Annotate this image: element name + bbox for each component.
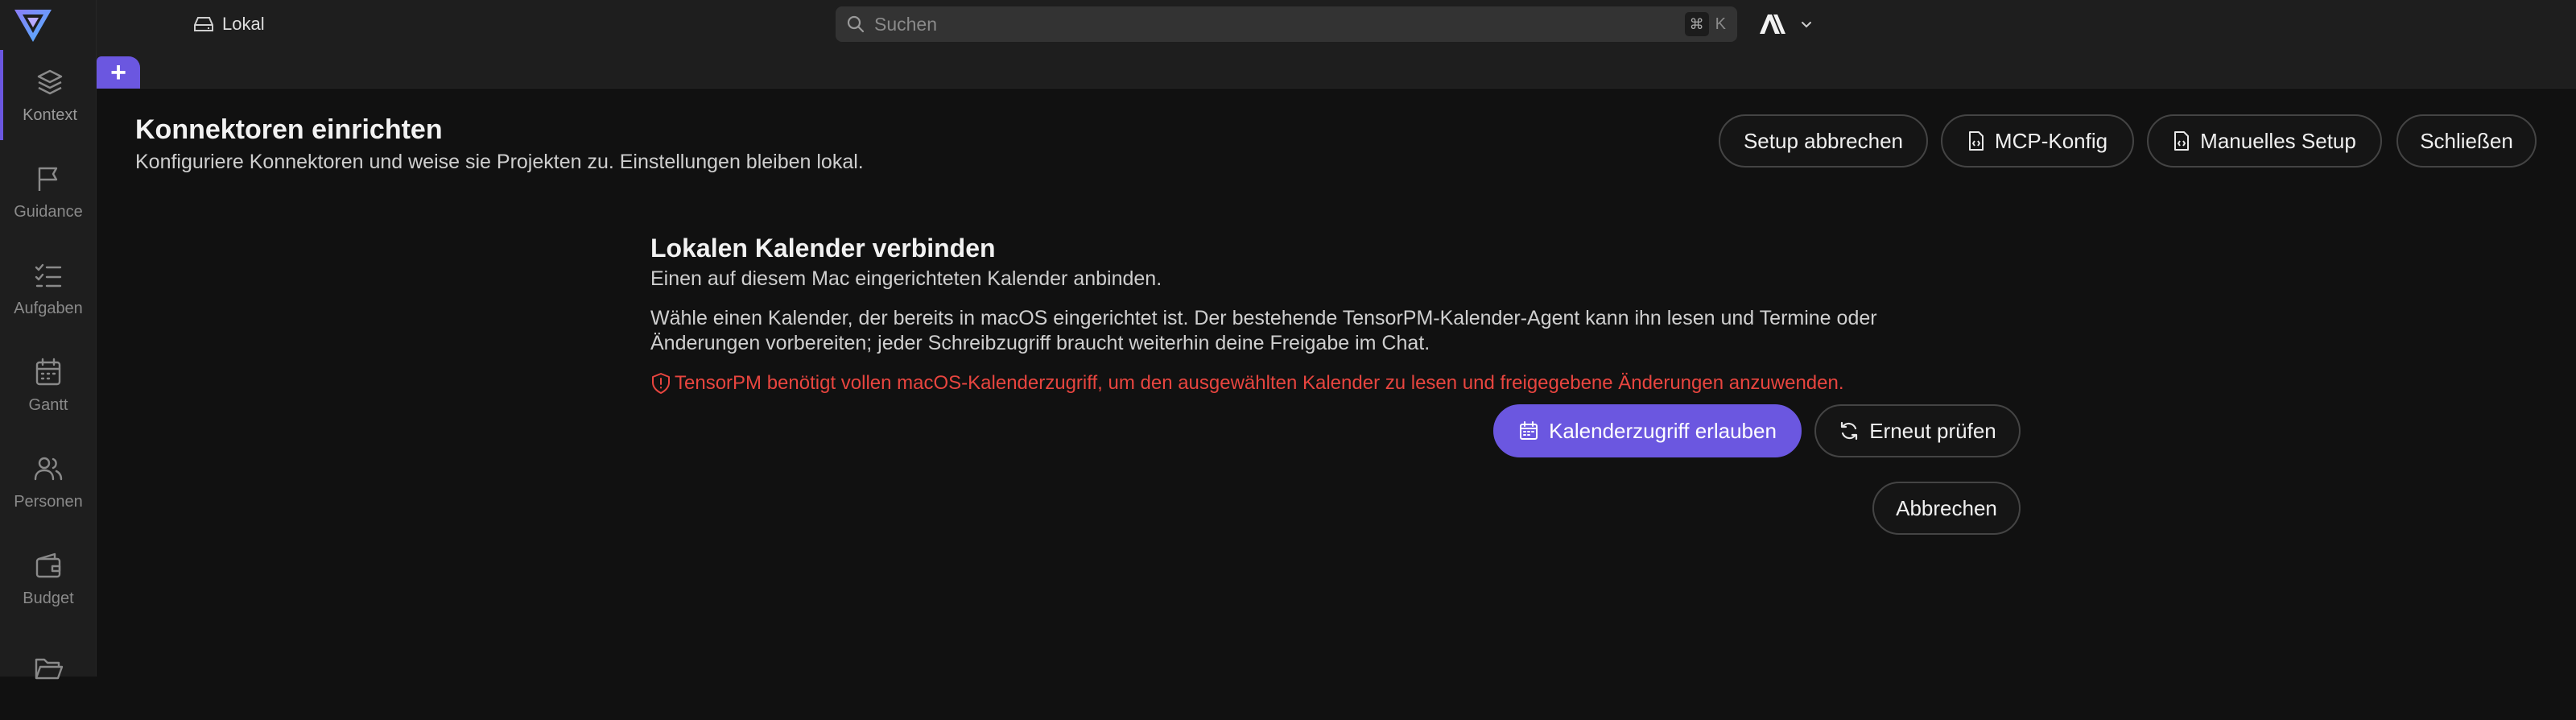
button-label: Kalenderzugriff erlauben xyxy=(1549,418,1777,443)
chevron-down-icon xyxy=(1802,22,1811,28)
description-line: Änderungen vorbereiten; jeder Schreibzug… xyxy=(650,332,1430,354)
button-label: Schließen xyxy=(2420,128,2513,153)
sidebar-item-aufgaben[interactable]: Aufgaben xyxy=(0,243,97,333)
sidebar-item-label: Personen xyxy=(14,492,83,511)
cancel-setup-button[interactable]: Setup abbrechen xyxy=(1719,114,1928,168)
search-input[interactable]: Suchen ⌘ K xyxy=(836,6,1737,42)
sidebar-item-label: Budget xyxy=(23,589,74,607)
section-title: Lokalen Kalender verbinden xyxy=(650,234,996,263)
workspace-label: Lokal xyxy=(222,14,265,34)
layers-icon xyxy=(37,69,63,94)
close-button[interactable]: Schließen xyxy=(2396,114,2537,168)
sidebar-item-gantt[interactable]: Gantt xyxy=(0,340,97,430)
wallet-icon xyxy=(35,552,61,577)
page-title: Konnektoren einrichten xyxy=(135,114,443,145)
shortcut-key: K xyxy=(1715,14,1726,33)
description-line: Wähle einen Kalender, der bereits in mac… xyxy=(650,307,1877,329)
sidebar-item-folder[interactable] xyxy=(0,630,97,720)
checklist-icon xyxy=(35,263,62,287)
sidebar-item-personen[interactable]: Personen xyxy=(0,437,97,527)
refresh-icon xyxy=(1841,421,1858,441)
permission-warning: TensorPM benötigt vollen macOS-Kalenderz… xyxy=(650,372,1844,395)
section-subtitle: Einen auf diesem Mac eingerichteten Kale… xyxy=(650,267,1162,290)
button-label: Manuelles Setup xyxy=(2200,128,2356,153)
add-tab-button[interactable]: + xyxy=(97,56,140,89)
account-logo-icon xyxy=(1760,14,1785,34)
sidebar: Kontext Guidance Aufgaben Gantt Personen… xyxy=(0,0,97,680)
file-code-icon xyxy=(1968,131,1984,151)
account-menu[interactable] xyxy=(1758,10,1813,39)
people-icon xyxy=(34,457,63,480)
button-label: Erneut prüfen xyxy=(1869,418,1996,443)
section-description: Wähle einen Kalender, der bereits in mac… xyxy=(650,306,2019,356)
sidebar-item-kontext[interactable]: Kontext xyxy=(0,50,97,140)
tab-strip: + xyxy=(97,48,2576,89)
sidebar-item-budget[interactable]: Budget xyxy=(0,533,97,623)
recheck-button[interactable]: Erneut prüfen xyxy=(1814,404,2021,457)
search-shortcut: ⌘ K xyxy=(1684,12,1726,36)
warning-text: TensorPM benötigt vollen macOS-Kalenderz… xyxy=(675,372,1844,394)
calendar-icon xyxy=(35,358,61,385)
search-placeholder: Suchen xyxy=(874,13,938,35)
page-subtitle: Konfiguriere Konnektoren und weise sie P… xyxy=(135,151,864,173)
flag-icon xyxy=(38,167,58,191)
sidebar-item-label: Guidance xyxy=(14,202,83,221)
manual-setup-button[interactable]: Manuelles Setup xyxy=(2147,114,2382,168)
button-label: MCP-Konfig xyxy=(1994,128,2108,153)
shortcut-modifier: ⌘ xyxy=(1684,12,1709,36)
hard-drive-icon xyxy=(194,17,213,31)
shield-alert-icon xyxy=(652,373,670,394)
cancel-button[interactable]: Abbrechen xyxy=(1872,482,2021,535)
button-label: Setup abbrechen xyxy=(1743,128,1904,153)
workspace-selector[interactable]: Lokal xyxy=(193,11,265,37)
folder-icon xyxy=(35,658,64,680)
sidebar-item-label: Gantt xyxy=(28,395,68,414)
mcp-config-button[interactable]: MCP-Konfig xyxy=(1941,114,2134,168)
app-logo-icon[interactable] xyxy=(11,5,55,47)
sidebar-item-label: Aufgaben xyxy=(14,299,83,317)
allow-calendar-access-button[interactable]: Kalenderzugriff erlauben xyxy=(1493,404,1802,457)
sidebar-item-guidance[interactable]: Guidance xyxy=(0,147,97,237)
calendar-icon xyxy=(1520,421,1538,440)
button-label: Abbrechen xyxy=(1896,495,1997,520)
file-code-icon xyxy=(2174,131,2190,151)
search-icon xyxy=(847,15,865,33)
sidebar-item-label: Kontext xyxy=(23,106,77,124)
